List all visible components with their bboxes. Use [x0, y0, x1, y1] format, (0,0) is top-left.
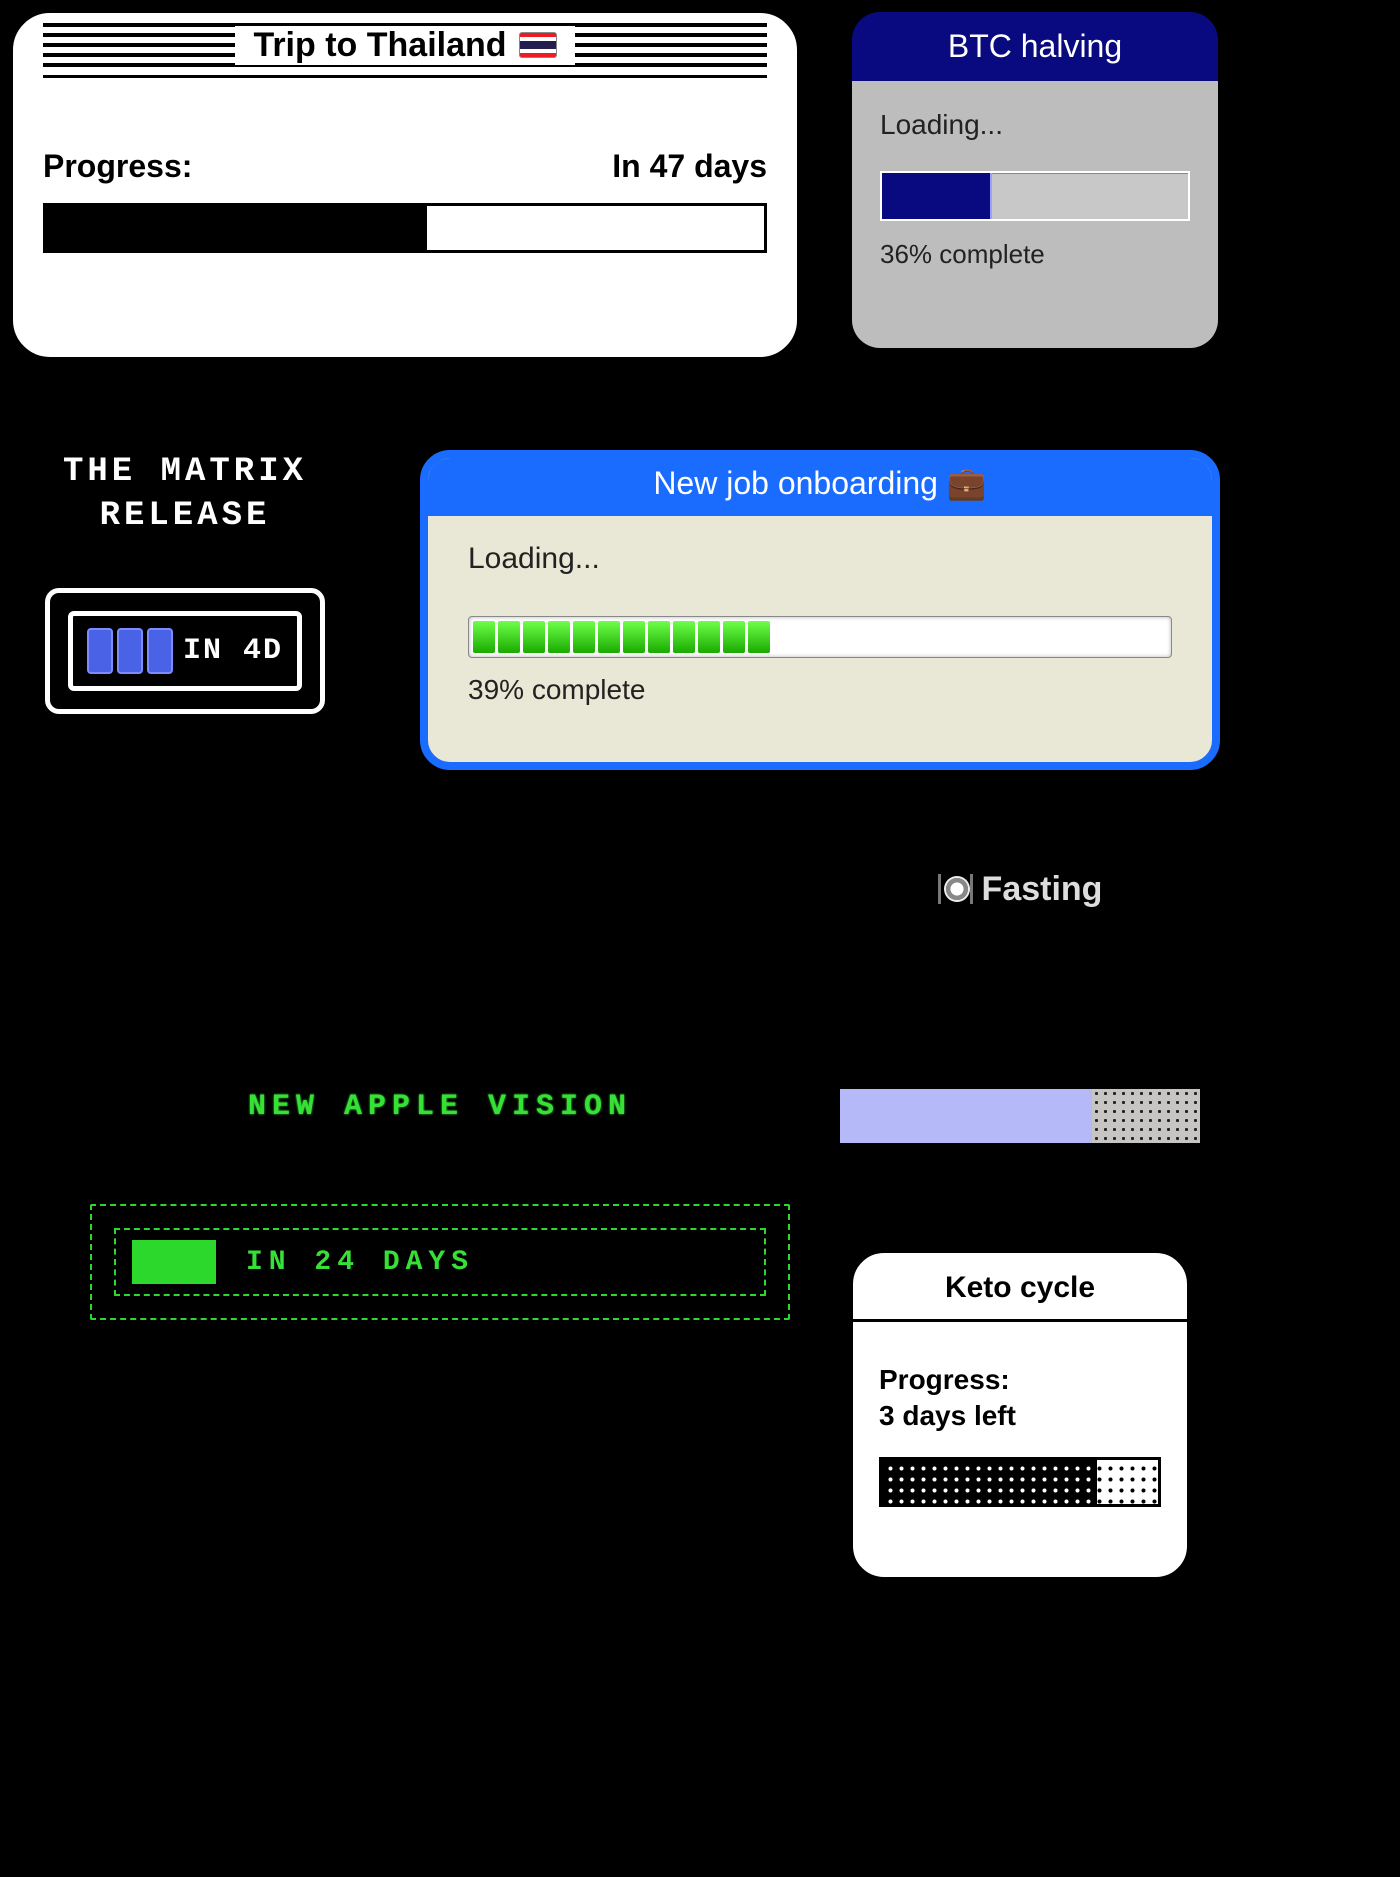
countdown-text: IN 4D: [183, 634, 283, 668]
percent-text: 39% complete: [468, 674, 1172, 706]
inner-box: IN 4D: [68, 611, 302, 691]
progress-bar: [468, 616, 1172, 658]
loading-text: Loading...: [880, 109, 1190, 141]
title-text: Keto cycle: [879, 1271, 1161, 1305]
widget-matrix-release[interactable]: THE MATRIX RELEASE IN 4D: [20, 450, 350, 714]
title-text: Trip to Thailand: [253, 26, 506, 65]
widget-trip-thailand[interactable]: Trip to Thailand Progress: In 47 days: [10, 10, 800, 360]
plate-icon: [938, 872, 972, 906]
title-bar: BTC halving: [852, 12, 1218, 81]
title-bar: Trip to Thailand: [43, 23, 767, 67]
divider: [853, 1319, 1187, 1322]
inner-dashed-box: IN 24 DAYS: [114, 1228, 766, 1296]
outer-box: IN 4D: [45, 588, 325, 714]
progress-fill: [840, 1089, 1092, 1143]
outer-dashed-box: IN 24 DAYS: [90, 1204, 790, 1320]
progress-fill: [882, 1460, 1097, 1504]
progress-bar: [879, 1457, 1161, 1507]
progress-label: Progress:: [43, 148, 192, 185]
divider: [43, 75, 767, 78]
title-bar: New job onboarding 💼: [426, 456, 1214, 516]
widget-btc-halving[interactable]: BTC halving Loading... 36% complete: [850, 10, 1220, 350]
progress-blocks: [87, 628, 173, 674]
thailand-flag-icon: [519, 32, 557, 58]
title-text: THE MATRIX RELEASE: [20, 450, 350, 538]
days-left-text: 3 days left: [879, 1398, 1161, 1434]
widget-keto-cycle[interactable]: Keto cycle Progress: 3 days left: [850, 1250, 1190, 1580]
widget-fasting[interactable]: Fasting: [840, 870, 1200, 1143]
progress-fill: [882, 173, 992, 219]
countdown-text: IN 24 DAYS: [246, 1247, 474, 1278]
progress-label: Progress:: [879, 1362, 1161, 1398]
title-row: Fasting: [840, 870, 1200, 909]
progress-fill: [132, 1240, 216, 1284]
progress-bar: [840, 1089, 1200, 1143]
progress-bar: [880, 171, 1190, 221]
progress-bar: [43, 203, 767, 253]
progress-segments: [473, 621, 770, 653]
widget-job-onboarding[interactable]: New job onboarding 💼 Loading... 39% comp…: [420, 450, 1220, 770]
countdown-text: In 47 days: [612, 148, 767, 185]
widget-apple-vision[interactable]: NEW APPLE VISION IN 24 DAYS: [90, 1090, 790, 1320]
loading-text: Loading...: [468, 542, 1172, 576]
title-text: NEW APPLE VISION: [90, 1090, 790, 1124]
title-text: Fasting: [982, 870, 1103, 908]
percent-text: 36% complete: [880, 239, 1190, 270]
progress-fill: [46, 206, 427, 250]
